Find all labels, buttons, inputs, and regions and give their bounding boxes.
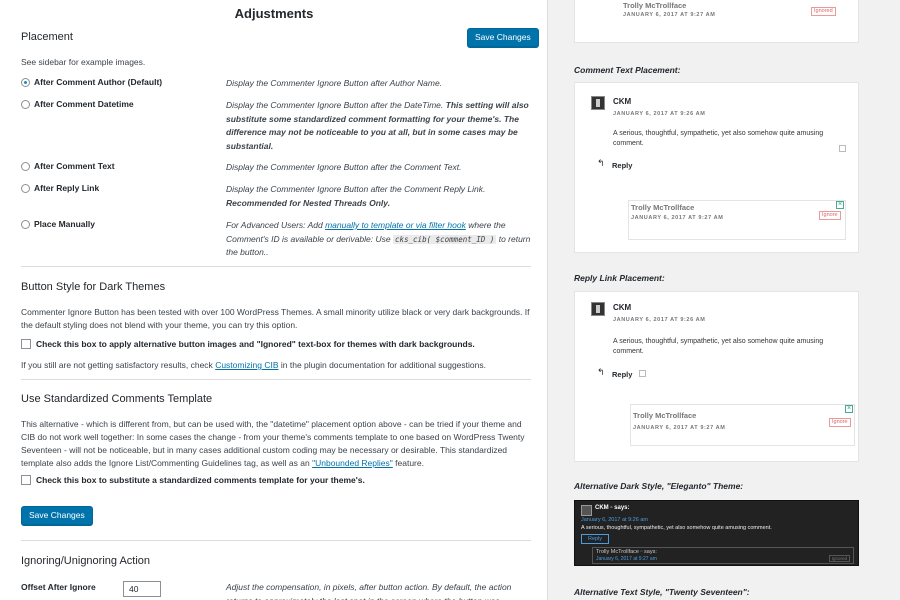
nested-comment: Trolly McTrollface JANUARY 6, 2017 AT 9:… xyxy=(630,404,855,446)
nested-comment: Trolly McTrollface ▫ says: January 6, 20… xyxy=(592,547,854,564)
dark-paragraph: Commenter Ignore Button has been tested … xyxy=(21,307,530,330)
unbounded-replies-link[interactable]: "Unbounded Replies" xyxy=(312,458,393,468)
template-paragraph: This alternative - which is different fr… xyxy=(21,419,525,468)
reply-arrow-icon: ↰ xyxy=(597,367,605,377)
comment-author: CKM ▫ says: xyxy=(595,505,630,511)
ignore-button-icon[interactable] xyxy=(639,370,646,377)
template-checkbox[interactable] xyxy=(21,475,31,485)
example-card-reply-link: CKM JANUARY 6, 2017 AT 9:26 AM A serious… xyxy=(574,291,859,462)
code-snippet: cks_cib( $comment_ID ) xyxy=(392,234,497,244)
nested-date: January 6, 2017 at 9:27 am xyxy=(596,556,657,562)
dark-style-label: Check this box to apply alternative butt… xyxy=(36,339,475,349)
option-label: After Reply Link xyxy=(34,183,100,193)
avatar xyxy=(591,302,605,316)
option-label: Place Manually xyxy=(34,219,95,229)
ignore-badge[interactable]: Ignore xyxy=(829,418,851,427)
offset-input[interactable]: 40 xyxy=(123,581,161,597)
ignore-x-icon[interactable]: × xyxy=(836,201,844,209)
option-desc: Display the Commenter Ignore Button afte… xyxy=(226,184,486,208)
example-card-top: Trolly McTrollface JANUARY 6, 2017 AT 9:… xyxy=(574,0,859,43)
comment-date: JANUARY 6, 2017 AT 9:26 AM xyxy=(613,111,706,117)
caption-text-style: Alternative Text Style, "Twenty Seventee… xyxy=(574,587,750,597)
option-desc: Display the Commenter Ignore Button afte… xyxy=(226,162,462,172)
ignored-badge: Ignored xyxy=(811,7,836,16)
nested-date: JANUARY 6, 2017 AT 9:27 AM xyxy=(631,215,724,221)
reply-link[interactable]: Reply xyxy=(612,370,632,379)
ignoring-heading: Ignoring/Unignoring Action xyxy=(21,555,151,567)
nested-author: Trolly McTrollface xyxy=(631,203,695,212)
placement-heading: Placement xyxy=(21,31,73,43)
reply-link[interactable]: Reply xyxy=(612,161,632,170)
radio-after-datetime[interactable] xyxy=(21,100,30,109)
avatar xyxy=(591,96,605,110)
nested-author: Trolly McTrollface ▫ says: xyxy=(596,549,657,555)
comment-date: January 6, 2017 at 9:26 am xyxy=(581,517,648,523)
dark-style-checkbox[interactable] xyxy=(21,339,31,349)
comment-text: A serious, thoughtful, sympathetic, yet … xyxy=(581,525,772,531)
radio-after-author[interactable] xyxy=(21,78,30,87)
page-title: Adjustments xyxy=(234,6,314,21)
template-label: Check this box to substitute a standardi… xyxy=(36,475,365,485)
option-desc: For Advanced Users: Add manually to temp… xyxy=(226,220,531,257)
option-label: After Comment Datetime xyxy=(34,99,134,109)
ignored-badge[interactable]: Ignored xyxy=(828,555,850,562)
reply-arrow-icon: ↰ xyxy=(597,158,605,168)
option-desc: Display the Commenter Ignore Button afte… xyxy=(226,100,529,151)
comment-author: CKM xyxy=(613,303,632,312)
ignore-x-icon[interactable]: × xyxy=(845,405,853,413)
caption-dark-style: Alternative Dark Style, "Eleganto" Theme… xyxy=(574,481,744,491)
save-button-bottom[interactable]: Save Changes xyxy=(21,506,93,525)
divider xyxy=(21,379,531,380)
comment-text: A serious, thoughtful, sympathetic, yet … xyxy=(613,130,824,147)
placement-hint: See sidebar for example images. xyxy=(21,57,146,67)
divider xyxy=(21,266,531,267)
option-label: After Comment Author (Default) xyxy=(34,77,163,87)
caption-reply-link: Reply Link Placement: xyxy=(574,273,665,283)
radio-manual[interactable] xyxy=(21,220,30,229)
dark-note: If you still are not getting satisfactor… xyxy=(21,360,486,370)
customizing-cib-link[interactable]: Customizing CIB xyxy=(215,360,278,370)
option-label: After Comment Text xyxy=(34,161,115,171)
radio-after-text[interactable] xyxy=(21,162,30,171)
example-card-comment-text: CKM JANUARY 6, 2017 AT 9:26 AM A serious… xyxy=(574,82,859,253)
nested-date: JANUARY 6, 2017 AT 9:27 AM xyxy=(623,12,716,18)
nested-author: Trolly McTrollface xyxy=(633,411,697,420)
offset-label: Offset After Ignore xyxy=(21,582,96,592)
divider xyxy=(21,540,531,541)
comment-text: A serious, thoughtful, sympathetic, yet … xyxy=(613,338,824,355)
ignore-button-icon[interactable] xyxy=(839,145,846,152)
comment-date: JANUARY 6, 2017 AT 9:26 AM xyxy=(613,317,706,323)
ignore-badge[interactable]: Ignore xyxy=(819,211,841,220)
nested-date: JANUARY 6, 2017 AT 9:27 AM xyxy=(633,425,726,431)
offset-desc: Adjust the compensation, in pixels, afte… xyxy=(226,582,512,600)
radio-after-reply[interactable] xyxy=(21,184,30,193)
save-button-top[interactable]: Save Changes xyxy=(467,28,539,47)
nested-author: Trolly McTrollface xyxy=(623,1,687,10)
settings-panel: Adjustments Placement Save Changes See s… xyxy=(0,0,548,600)
caption-comment-text: Comment Text Placement: xyxy=(574,65,681,75)
manual-template-link[interactable]: manually to template or via filter hook xyxy=(325,220,466,230)
avatar xyxy=(581,505,592,516)
example-card-dark: CKM ▫ says: January 6, 2017 at 9:26 am A… xyxy=(574,500,859,566)
option-desc: Display the Commenter Ignore Button afte… xyxy=(226,78,443,88)
template-heading: Use Standardized Comments Template xyxy=(21,393,213,405)
comment-author: CKM xyxy=(613,97,632,106)
dark-heading: Button Style for Dark Themes xyxy=(21,281,166,293)
reply-button[interactable]: Reply xyxy=(581,534,609,544)
nested-comment: Trolly McTrollface JANUARY 6, 2017 AT 9:… xyxy=(628,200,846,240)
